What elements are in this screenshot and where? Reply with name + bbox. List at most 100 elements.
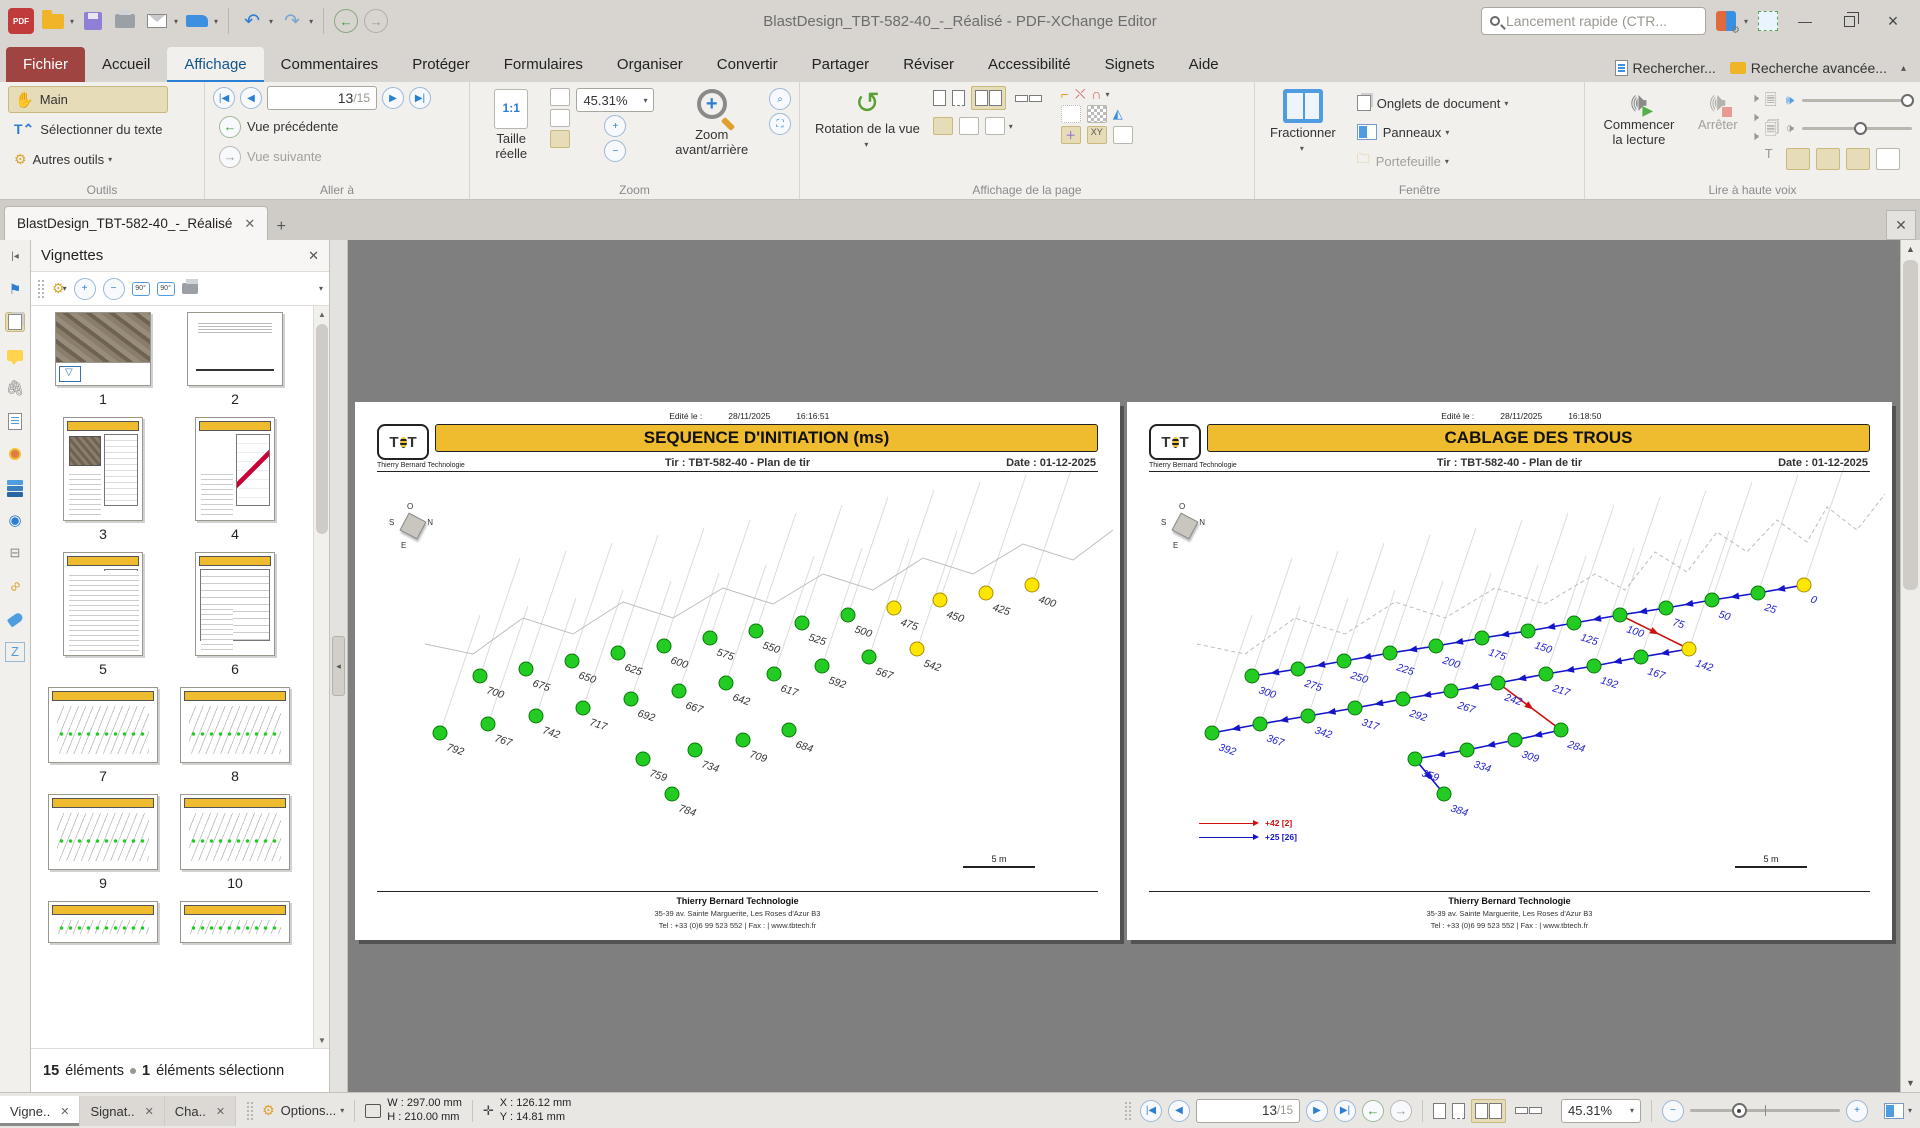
last-page-button[interactable]: ▶| [409,87,431,109]
speed-slider[interactable] [1802,127,1912,130]
save-button[interactable] [80,8,106,34]
email-dropdown-caret[interactable]: ▾ [174,17,178,26]
zoom-inout-button[interactable]: + Zoom avant/arrière [660,86,763,161]
thumbnail-page-4[interactable] [195,417,275,521]
new-tab-button[interactable]: + [268,214,294,240]
sb-continuous-icon[interactable] [1452,1103,1465,1119]
tab-formulaires[interactable]: Formulaires [487,47,600,82]
quick-launch-search[interactable]: Lancement rapide (CTR... [1481,7,1706,35]
document-scrollbar[interactable]: ▲▼ [1900,240,1920,1092]
email-button[interactable] [144,8,170,34]
panel-tab-vigne[interactable]: Vigne..✕ [0,1096,80,1126]
thumbnail-page-10[interactable] [180,794,290,870]
read-page-icon[interactable]: 🗏 [1765,90,1780,115]
sb-single-page-icon[interactable] [1433,1103,1446,1119]
ui-options-caret[interactable]: ▾ [1744,17,1748,26]
comments-panel-icon[interactable] [5,345,25,365]
document-tab-close-icon[interactable]: ✕ [244,216,255,232]
crosshair-cursor-icon[interactable]: ＋ [1061,126,1081,144]
tab-fichier[interactable]: Fichier [6,47,85,82]
first-page-button[interactable]: |◀ [213,87,235,109]
panel-tab-close-icon[interactable]: ✕ [216,1105,225,1118]
sb-prev-view-button[interactable]: ← [1362,1100,1384,1122]
snap-layout-icon[interactable] [933,117,953,135]
tab-protger[interactable]: Protéger [395,47,487,82]
next-view-button[interactable]: →Vue suivante [213,143,431,170]
session-icon[interactable] [1758,11,1778,31]
xy-coordinates-icon[interactable]: XY [1087,126,1107,144]
sb-last-page-button[interactable]: ▶| [1334,1100,1356,1122]
sb-zoom-field[interactable]: 45.31%▾ [1561,1099,1641,1123]
pdf-page-13[interactable]: 4004254504755005255505756006256506757005… [355,402,1120,940]
tab-organiser[interactable]: Organiser [600,47,700,82]
rotate-ccw-button[interactable]: 90° [132,282,150,296]
sb-layout-icon[interactable] [1884,1103,1904,1119]
scan-button[interactable] [184,8,210,34]
redo-button[interactable]: ↷ [279,8,305,34]
sb-two-page-icon[interactable] [1471,1099,1506,1123]
undo-button[interactable]: ↶ [239,8,265,34]
thumbnail-page-2[interactable] [187,312,283,386]
snap-caret[interactable]: ▾ [1105,90,1109,99]
pdf-page-14[interactable]: 0255075100125150175200225250275300142167… [1127,402,1892,940]
minimize-button[interactable]: — [1788,8,1822,34]
two-page-continuous-icon[interactable] [1012,92,1045,105]
stop-reading-button[interactable]: 🕪 Arrêter [1691,86,1745,136]
fit-width-icon[interactable] [550,109,570,127]
loupe-icon[interactable]: ⛶ [769,113,791,135]
main-tool-button[interactable]: ✋Main [8,86,168,113]
sb-zoom-in-button[interactable]: + [1846,1100,1868,1122]
collapse-ribbon-button[interactable]: ▴ [1901,63,1906,74]
print-thumbnails-button[interactable] [182,283,198,294]
options-button[interactable]: ⚙Options...▾ [254,1102,352,1119]
undo-dropdown-caret[interactable]: ▾ [269,17,273,26]
thumbnail-options-button[interactable]: ⚙▾ [52,280,67,297]
split-button[interactable]: Fractionner▾ [1263,86,1343,156]
read-pause-icon[interactable]: 🕨 [1751,128,1759,144]
thumbnail-page-8[interactable] [180,687,290,763]
single-page-icon[interactable] [933,90,946,106]
close-button[interactable]: × [1876,8,1910,34]
magnet-icon[interactable]: ∩ [1091,86,1101,102]
read-text-icon[interactable]: T [1765,146,1780,161]
panel-tab-close-icon[interactable]: ✕ [145,1105,154,1118]
sb-zoom-slider[interactable] [1690,1109,1840,1112]
document-view[interactable]: 4004254504755005255505756006256506757005… [348,240,1900,1092]
thumbnail-page-6[interactable] [195,552,275,656]
rotate-view-button[interactable]: ↻ Rotation de la vue▾ [808,86,927,152]
read-prev-icon[interactable]: 🕨 [1751,90,1759,106]
restore-button[interactable] [1832,8,1866,34]
back-view-button[interactable]: ← [334,9,358,33]
links-panel-icon[interactable]: ∞ [1,572,29,600]
selection-region-icon[interactable] [1061,105,1081,123]
sb-first-page-button[interactable]: |◀ [1140,1100,1162,1122]
sb-next-view-button[interactable]: → [1390,1100,1412,1122]
document-tab[interactable]: BlastDesign_TBT-582-40_-_Réalisé ✕ [4,206,268,240]
forward-view-button[interactable]: → [364,9,388,33]
collapse-splitter-icon[interactable]: ◂ [332,636,345,696]
prev-page-button[interactable]: ◀ [240,87,262,109]
print-button[interactable] [112,8,138,34]
fit-page-icon[interactable] [550,88,570,106]
ui-options-icon[interactable] [1716,11,1736,31]
volume-slider[interactable] [1802,99,1912,102]
open-dropdown-caret[interactable]: ▾ [70,17,74,26]
page-layout-caret[interactable]: ▾ [1009,122,1013,131]
marquee-zoom-icon[interactable]: ⌕ [769,88,791,110]
guides-icon[interactable]: ⤬ [1075,86,1085,102]
select-text-button[interactable]: T⌃Sélectionner du texte [8,116,168,143]
transparency-grid-icon[interactable] [1087,105,1107,123]
sb-next-page-button[interactable]: ▶ [1306,1100,1328,1122]
redo-dropdown-caret[interactable]: ▾ [309,17,313,26]
close-document-button[interactable]: ✕ [1886,210,1916,240]
order-panel-icon[interactable]: Z [5,642,25,662]
signatures-panel-icon[interactable] [5,444,25,464]
panel-tab-cha[interactable]: Cha..✕ [165,1096,236,1126]
panel-tab-signat[interactable]: Signat..✕ [80,1096,164,1126]
thumbnails-panel-icon[interactable] [5,312,25,332]
portfolio-menu[interactable]: 🗀Portefeuille▾ [1357,148,1509,174]
other-tools-button[interactable]: ⚙Autres outils▾ [8,146,168,173]
read-next-icon[interactable]: 🕨 [1751,109,1759,125]
sb-page-field[interactable]: 13/15 [1196,1099,1300,1123]
sb-zoom-out-button[interactable]: − [1662,1100,1684,1122]
